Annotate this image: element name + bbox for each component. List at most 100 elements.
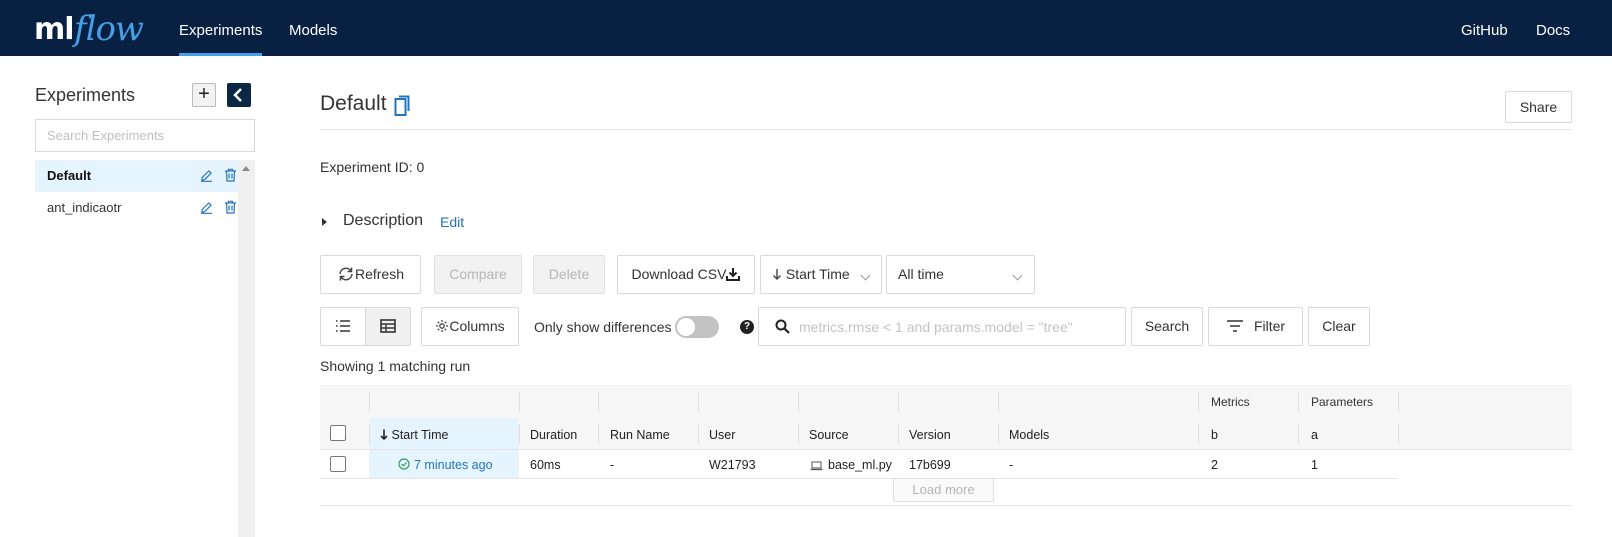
- refresh-label: Refresh: [354, 266, 405, 282]
- column-separator: [698, 392, 699, 412]
- table-icon: [380, 319, 396, 333]
- title-divider: [320, 129, 1572, 130]
- columns-button[interactable]: Columns: [421, 307, 519, 346]
- sort-select-value: Start Time: [785, 266, 850, 282]
- nav-github-link[interactable]: GitHub: [1461, 0, 1508, 56]
- page-title: Default: [320, 92, 387, 115]
- experiment-item-label: ant_indicaotr: [47, 200, 122, 215]
- download-csv-label: Download CSV: [631, 266, 727, 282]
- column-separator: [998, 424, 999, 444]
- experiment-id: Experiment ID: 0: [320, 159, 424, 175]
- column-separator: [369, 424, 370, 444]
- logo-flow-text: flow: [74, 9, 144, 49]
- toggle-knob: [677, 318, 695, 336]
- description-toggle[interactable]: Description: [343, 212, 423, 230]
- sort-select[interactable]: Start Time: [760, 255, 882, 294]
- edit-icon[interactable]: [200, 201, 213, 214]
- column-separator: [1398, 392, 1399, 412]
- column-header-start-time[interactable]: Start Time: [380, 428, 448, 442]
- column-separator: [519, 392, 520, 412]
- clear-button[interactable]: Clear: [1308, 307, 1370, 346]
- trash-icon[interactable]: [224, 168, 237, 182]
- table-bottom-divider: [320, 505, 1572, 506]
- search-button[interactable]: Search: [1131, 307, 1203, 346]
- list-icon: [336, 320, 350, 332]
- description-edit-link[interactable]: Edit: [440, 214, 464, 230]
- edit-icon[interactable]: [200, 169, 213, 182]
- column-separator: [598, 424, 599, 444]
- top-navbar: ml flow Experiments Models GitHub Docs: [0, 0, 1612, 56]
- column-header-duration[interactable]: Duration: [530, 428, 577, 442]
- arrow-down-icon: [773, 269, 781, 280]
- refresh-icon: [339, 267, 353, 281]
- logo-ml-text: ml: [34, 12, 75, 47]
- column-header-run-name[interactable]: Run Name: [610, 428, 670, 442]
- cell-models: -: [1009, 458, 1014, 472]
- mlflow-logo[interactable]: ml flow: [34, 6, 144, 49]
- chevron-left-icon: [233, 88, 242, 102]
- only-show-differences-label: Only show differences: [534, 319, 672, 335]
- nav-models[interactable]: Models: [289, 0, 337, 56]
- column-separator: [998, 392, 999, 412]
- only-show-differences-toggle[interactable]: [675, 316, 719, 338]
- chevron-down-icon: [860, 270, 871, 281]
- column-header-label: Start Time: [391, 428, 449, 442]
- column-separator: [1298, 392, 1299, 412]
- matching-runs-count: Showing 1 matching run: [320, 358, 471, 374]
- add-experiment-button[interactable]: +: [192, 83, 216, 107]
- experiment-item-default[interactable]: Default: [35, 160, 238, 192]
- row-divider: [320, 478, 1398, 479]
- run-search-box: [758, 307, 1126, 346]
- check-circle-icon: [398, 458, 410, 470]
- refresh-button[interactable]: Refresh: [320, 255, 421, 294]
- column-separator: [898, 424, 899, 444]
- load-more-button[interactable]: Load more: [893, 478, 994, 502]
- collapse-sidebar-button[interactable]: [227, 83, 251, 107]
- sidebar-scrollbar[interactable]: [238, 160, 255, 537]
- cell-run-name: -: [610, 458, 615, 472]
- filter-icon: [1226, 320, 1243, 332]
- scroll-up-arrow-icon[interactable]: [242, 166, 250, 171]
- cell-source-link[interactable]: base_ml.py: [828, 458, 892, 472]
- chevron-down-icon: [1012, 270, 1023, 281]
- experiment-id-value: 0: [416, 159, 425, 175]
- column-header-version[interactable]: Version: [909, 428, 951, 442]
- time-range-select[interactable]: All time: [886, 255, 1035, 294]
- column-header-user[interactable]: User: [709, 428, 735, 442]
- column-separator: [369, 392, 370, 412]
- column-separator: [1198, 392, 1199, 412]
- list-view-button[interactable]: [320, 307, 366, 346]
- run-search-input[interactable]: [799, 316, 1119, 338]
- delete-button[interactable]: Delete: [533, 255, 605, 294]
- row-checkbox[interactable]: [330, 456, 346, 472]
- column-header-param-a[interactable]: a: [1311, 428, 1318, 442]
- experiment-item-ant-indicaotr[interactable]: ant_indicaotr: [35, 192, 238, 224]
- copy-icon[interactable]: [394, 95, 410, 117]
- column-header-models[interactable]: Models: [1009, 428, 1049, 442]
- column-header-source[interactable]: Source: [809, 428, 849, 442]
- nav-experiments[interactable]: Experiments: [179, 0, 263, 56]
- trash-icon[interactable]: [224, 200, 237, 214]
- select-all-checkbox[interactable]: [330, 425, 346, 441]
- compare-button[interactable]: Compare: [434, 255, 522, 294]
- filter-button[interactable]: Filter: [1208, 307, 1303, 346]
- column-header-metric-b[interactable]: b: [1211, 428, 1218, 442]
- help-icon[interactable]: ?: [740, 320, 754, 334]
- experiment-id-label: Experiment ID:: [320, 159, 413, 175]
- time-range-value: All time: [898, 266, 944, 282]
- cell-param-a: 1: [1311, 458, 1318, 472]
- filter-label: Filter: [1253, 318, 1286, 334]
- column-separator: [1198, 424, 1199, 444]
- column-separator: [798, 424, 799, 444]
- column-separator: [798, 392, 799, 412]
- search-icon: [775, 319, 790, 334]
- caret-right-icon[interactable]: [322, 218, 327, 226]
- column-separator: [519, 424, 520, 444]
- nav-docs-link[interactable]: Docs: [1536, 0, 1570, 56]
- run-start-time-link[interactable]: 7 minutes ago: [414, 458, 493, 472]
- share-button[interactable]: Share: [1505, 91, 1572, 123]
- cell-version-link[interactable]: 17b699: [909, 458, 951, 472]
- download-csv-button[interactable]: Download CSV: [617, 255, 755, 294]
- experiment-search-input[interactable]: [35, 119, 255, 152]
- table-view-button[interactable]: [365, 307, 411, 346]
